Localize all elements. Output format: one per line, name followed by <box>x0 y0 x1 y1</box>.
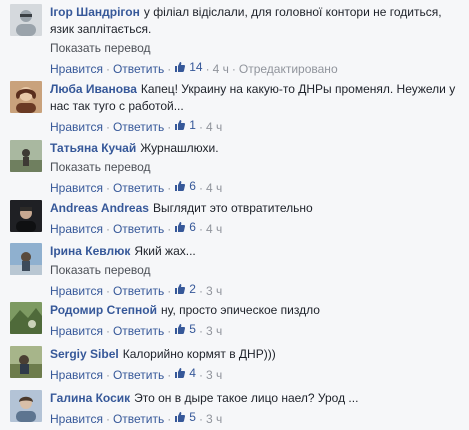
edited-label[interactable]: Отредактировано <box>239 62 338 76</box>
comment-author[interactable]: Татьяна Кучай <box>50 141 136 155</box>
comment-author[interactable]: Галина Косик <box>50 391 130 405</box>
like-link[interactable]: Нравится <box>50 368 103 382</box>
like-count[interactable]: 2 <box>174 281 196 297</box>
comment-text: Это он в дыре такое лицо наел? Урод ... <box>134 391 359 405</box>
like-count[interactable]: 4 <box>174 365 196 381</box>
comment-author[interactable]: Ірина Кевлюк <box>50 244 130 258</box>
like-count[interactable]: 5 <box>174 409 196 425</box>
reply-link[interactable]: Ответить <box>113 181 164 195</box>
avatar[interactable] <box>10 346 42 378</box>
like-link[interactable]: Нравится <box>50 412 103 426</box>
thumbs-up-icon <box>175 324 186 334</box>
comment-actions: Нравится · Ответить · 14 · 4 ч · Отредактировано <box>50 59 338 76</box>
comment-time[interactable]: 3 ч <box>206 284 222 298</box>
comment-author[interactable]: Ігор Шандрігон <box>50 5 140 19</box>
comment-author[interactable]: Andreas Andreas <box>50 201 149 215</box>
show-translation-link[interactable]: Показать перевод <box>50 262 461 279</box>
like-link[interactable]: Нравится <box>50 181 103 195</box>
comment-time[interactable]: 3 ч <box>206 412 222 426</box>
comment-text: Калорийно кормят в ДНР))) <box>122 347 276 361</box>
comment-time[interactable]: 4 ч <box>213 62 229 76</box>
avatar[interactable] <box>10 243 42 275</box>
like-count[interactable]: 5 <box>174 321 196 337</box>
avatar[interactable] <box>10 200 42 232</box>
comment-time[interactable]: 4 ч <box>206 181 222 195</box>
avatar[interactable] <box>10 390 42 422</box>
like-link[interactable]: Нравится <box>50 222 103 236</box>
comment-actions: Нравится · Ответить · 6 · 4 ч <box>50 219 223 236</box>
like-count[interactable]: 6 <box>174 219 196 235</box>
reply-link[interactable]: Ответить <box>113 368 164 382</box>
comment-actions: Нравится · Ответить · 2 · 3 ч <box>50 281 223 298</box>
avatar[interactable] <box>10 81 42 113</box>
like-link[interactable]: Нравится <box>50 62 103 76</box>
avatar[interactable] <box>10 302 42 334</box>
comment-time[interactable]: 3 ч <box>206 324 222 338</box>
comment-author[interactable]: Родомир Степной <box>50 303 157 317</box>
comment-actions: Нравится · Ответить · 1 · 4 ч <box>50 117 223 134</box>
thumbs-up-icon <box>175 62 186 72</box>
thumbs-up-icon <box>175 412 186 422</box>
comment-text: Выглядит это отвратительно <box>152 201 313 215</box>
reply-link[interactable]: Ответить <box>113 120 164 134</box>
like-count[interactable]: 14 <box>174 59 203 75</box>
thumbs-up-icon <box>175 368 186 378</box>
avatar[interactable] <box>10 140 42 172</box>
like-link[interactable]: Нравится <box>50 284 103 298</box>
comment-author[interactable]: Люба Иванова <box>50 82 137 96</box>
comment-time[interactable]: 4 ч <box>206 120 222 134</box>
comment-text: Який жах... <box>134 244 196 258</box>
reply-link[interactable]: Ответить <box>113 412 164 426</box>
like-link[interactable]: Нравится <box>50 120 103 134</box>
like-count[interactable]: 6 <box>174 178 196 194</box>
thumbs-up-icon <box>175 222 186 232</box>
thumbs-up-icon <box>175 284 186 294</box>
comment-time[interactable]: 4 ч <box>206 222 222 236</box>
comment-actions: Нравится · Ответить · 5 · 3 ч <box>50 321 223 338</box>
comment-text: Журнашлюхи. <box>140 141 219 155</box>
comment-actions: Нравится · Ответить · 5 · 3 ч <box>50 409 223 426</box>
reply-link[interactable]: Ответить <box>113 284 164 298</box>
comment-time[interactable]: 3 ч <box>206 368 222 382</box>
comment-text: ну, просто эпическое пиздло <box>161 303 320 317</box>
reply-link[interactable]: Ответить <box>113 222 164 236</box>
thumbs-up-icon <box>175 181 186 191</box>
comment-actions: Нравится · Ответить · 4 · 3 ч <box>50 365 223 382</box>
show-translation-link[interactable]: Показать перевод <box>50 159 461 176</box>
avatar[interactable] <box>10 4 42 36</box>
comment-actions: Нравится · Ответить · 6 · 4 ч <box>50 178 223 195</box>
comment-thread: Ігор Шандрігон у філіал відіслали, для го… <box>0 0 469 430</box>
like-link[interactable]: Нравится <box>50 324 103 338</box>
reply-link[interactable]: Ответить <box>113 62 164 76</box>
thumbs-up-icon <box>175 120 186 130</box>
reply-link[interactable]: Ответить <box>113 324 164 338</box>
comment-author[interactable]: Sergiy Sibel <box>50 347 119 361</box>
like-count[interactable]: 1 <box>174 117 196 133</box>
show-translation-link[interactable]: Показать перевод <box>50 40 461 57</box>
